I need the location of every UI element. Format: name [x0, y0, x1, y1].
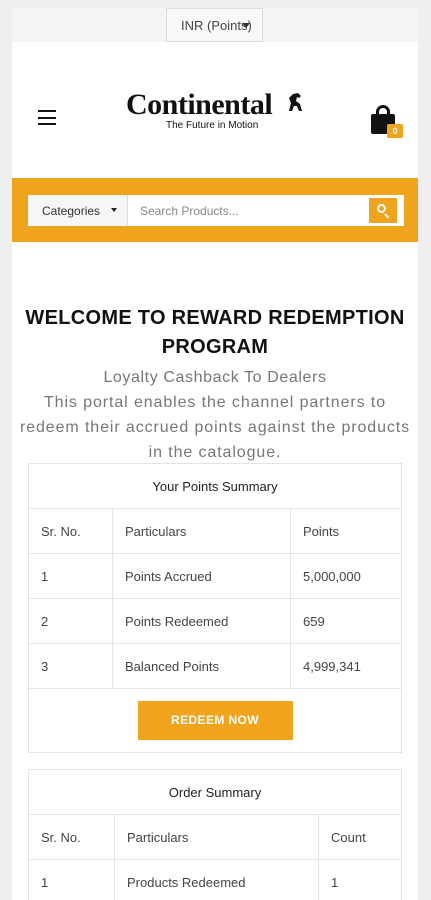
order-summary-caption: Order Summary	[28, 769, 402, 815]
site-header: Continental The Future in Motion 0	[12, 42, 418, 178]
column-header: Sr. No.	[28, 814, 115, 860]
column-header: Sr. No.	[28, 508, 113, 554]
table-row: 1 Products Redeemed 1	[28, 859, 402, 900]
table-header-row: Sr. No. Particulars Count	[28, 814, 402, 860]
categories-label: Categories	[42, 204, 101, 218]
search-band: Categories	[12, 178, 418, 242]
welcome-title: WELCOME TO REWARD REDEMPTION PROGRAM	[25, 307, 405, 358]
table-cell: 1	[318, 859, 402, 900]
table-row: 1 Points Accrued 5,000,000	[28, 553, 402, 599]
column-header: Count	[318, 814, 402, 860]
chevron-down-icon	[242, 23, 250, 28]
logo-tagline: The Future in Motion	[166, 120, 259, 131]
caret-down-icon	[111, 208, 117, 212]
table-row: 2 Points Redeemed 659	[28, 598, 402, 644]
table-row: 3 Balanced Points 4,999,341	[28, 643, 402, 689]
table-cell: 659	[290, 598, 402, 644]
table-cell: Products Redeemed	[114, 859, 319, 900]
currency-bar: INR (Points)	[12, 8, 418, 42]
redeem-now-button[interactable]: REDEEM NOW	[137, 701, 293, 740]
search-box: Categories	[28, 195, 404, 226]
table-cell: 1	[28, 553, 113, 599]
table-cell: Points Accrued	[112, 553, 291, 599]
search-button[interactable]	[369, 198, 397, 223]
table-header-row: Sr. No. Particulars Points	[28, 508, 402, 554]
table-cell: 4,999,341	[290, 643, 402, 689]
table-cell: 3	[28, 643, 113, 689]
table-cell: 1	[28, 859, 115, 900]
column-header: Particulars	[114, 814, 319, 860]
page: INR (Points) Continental The Future in M…	[12, 8, 418, 900]
categories-dropdown[interactable]: Categories	[28, 195, 128, 226]
menu-icon[interactable]	[38, 110, 56, 125]
welcome-description: This portal enables the channel partners…	[19, 394, 411, 461]
points-summary-caption: Your Points Summary	[28, 463, 402, 509]
table-cell: Balanced Points	[112, 643, 291, 689]
logo-wordmark: Continental	[126, 88, 273, 121]
welcome-subtitle: Loyalty Cashback To Dealers	[103, 369, 327, 386]
search-icon	[377, 204, 386, 213]
column-header: Particulars	[112, 508, 291, 554]
horse-icon	[289, 93, 302, 111]
currency-select[interactable]: INR (Points)	[166, 8, 263, 42]
redeem-cell: REDEEM NOW	[28, 688, 402, 753]
cart-count-badge: 0	[387, 124, 403, 138]
table-cell: 2	[28, 598, 113, 644]
cart-button[interactable]: 0	[371, 102, 407, 138]
welcome-section: WELCOME TO REWARD REDEMPTION PROGRAM Loy…	[12, 304, 418, 465]
column-header: Points	[290, 508, 402, 554]
table-cell: Points Redeemed	[112, 598, 291, 644]
order-summary-table: Order Summary Sr. No. Particulars Count …	[28, 769, 402, 900]
points-summary-table: Your Points Summary Sr. No. Particulars …	[28, 463, 402, 753]
table-cell: 5,000,000	[290, 553, 402, 599]
search-input[interactable]	[132, 195, 368, 226]
brand-logo[interactable]: Continental The Future in Motion	[126, 90, 306, 136]
